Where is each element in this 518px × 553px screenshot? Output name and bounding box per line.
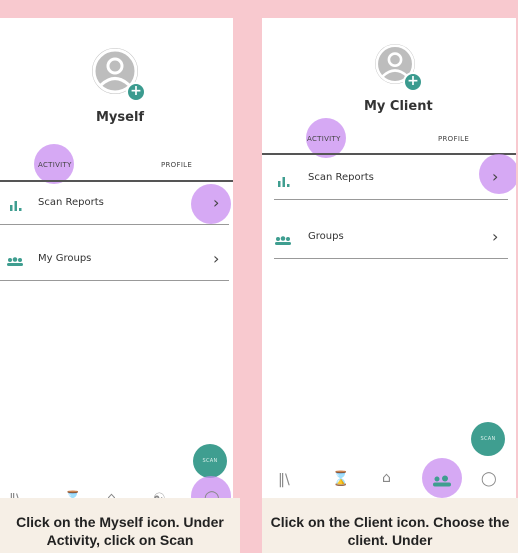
clients-icon[interactable]: ☯ (153, 491, 166, 498)
bar-chart-icon (10, 196, 22, 211)
divider (274, 258, 508, 259)
profile-icon[interactable]: ◯ (481, 471, 497, 487)
clients-icon[interactable] (432, 472, 452, 487)
chevron-right-icon[interactable]: › (213, 193, 219, 212)
tab-underline (262, 153, 516, 155)
home-icon[interactable]: ⌂ (382, 470, 391, 486)
add-photo-icon[interactable]: + (126, 82, 146, 102)
home-icon[interactable]: ⌂ (107, 490, 116, 498)
groups-icon (274, 231, 292, 245)
divider (0, 224, 229, 225)
left-phone-screen: + Myself ACTIVITY PROFILE Scan Reports ›… (0, 18, 233, 498)
tab-profile[interactable]: PROFILE (161, 161, 192, 169)
divider (274, 199, 508, 200)
avatar[interactable]: + (375, 44, 431, 100)
caption-left: Click on the Myself icon. Under Activity… (16, 514, 224, 548)
scan-button[interactable]: SCAN (471, 422, 505, 456)
tab-activity[interactable]: ACTIVITY (38, 161, 72, 169)
scan-button[interactable]: SCAN (193, 444, 227, 478)
chevron-right-icon[interactable]: › (492, 227, 498, 246)
profile-icon[interactable]: ◯ (204, 490, 220, 498)
hourglass-icon[interactable]: ⌛ (64, 491, 81, 498)
caption-right: Click on the Client icon. Choose the cli… (270, 514, 510, 548)
avatar[interactable]: + (92, 48, 148, 104)
divider (0, 280, 229, 281)
groups-item[interactable]: Groups (308, 231, 344, 242)
my-groups-item[interactable]: My Groups (38, 253, 91, 264)
add-photo-icon[interactable]: + (403, 72, 423, 92)
scan-reports-item[interactable]: Scan Reports (308, 172, 374, 183)
tab-underline (0, 180, 233, 182)
tab-activity[interactable]: ACTIVITY (307, 135, 341, 143)
chevron-right-icon[interactable]: › (492, 167, 498, 186)
page-title: My Client (364, 99, 433, 114)
hourglass-icon[interactable]: ⌛ (332, 471, 349, 487)
right-phone-screen: + My Client ACTIVITY PROFILE Scan Report… (262, 18, 516, 498)
tab-profile[interactable]: PROFILE (438, 135, 469, 143)
bar-chart-icon (278, 172, 290, 187)
chevron-right-icon[interactable]: › (213, 249, 219, 268)
library-icon[interactable]: ‖\ (278, 472, 290, 488)
scan-reports-item[interactable]: Scan Reports (38, 197, 104, 208)
page-title: Myself (96, 110, 145, 125)
groups-icon (6, 252, 24, 266)
tap-highlight-scan-reports (191, 184, 231, 224)
